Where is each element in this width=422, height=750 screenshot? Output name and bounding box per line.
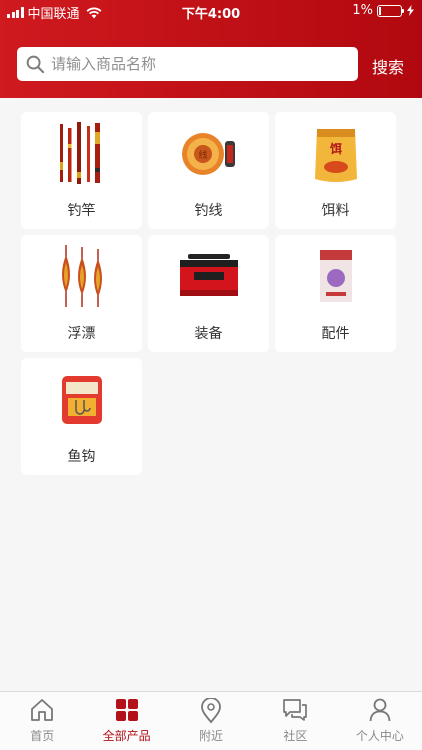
tab-home[interactable]: 首页 <box>0 692 84 750</box>
hook-pack-icon <box>61 376 102 424</box>
header: 中国联通 下午4:00 1% 搜索 <box>0 0 422 98</box>
category-label: 配件 <box>321 326 350 342</box>
accessory-pack-icon <box>319 250 352 302</box>
svg-text:饵: 饵 <box>328 141 341 156</box>
fishing-line-icon: 线 <box>181 133 235 175</box>
bottom-tab-bar: 首页 全部产品 附近 社区 个人中心 <box>0 691 422 750</box>
category-card-bait[interactable]: 饵 饵料 <box>275 112 396 229</box>
tab-label: 全部产品 <box>102 729 151 743</box>
category-card-hooks[interactable]: 鱼钩 <box>21 358 142 475</box>
chat-bubbles-icon <box>283 699 308 721</box>
tab-label: 附近 <box>199 729 224 743</box>
tab-nearby[interactable]: 附近 <box>169 692 253 750</box>
tab-label: 社区 <box>283 729 308 743</box>
category-label: 鱼钩 <box>67 449 96 465</box>
battery-icon <box>377 4 404 17</box>
charging-bolt-icon <box>407 5 414 16</box>
svg-text:线: 线 <box>198 149 207 161</box>
search-input[interactable] <box>51 55 331 73</box>
fishing-rod-icon <box>59 122 100 184</box>
search-bar[interactable] <box>17 47 358 81</box>
home-icon <box>31 699 54 721</box>
category-card-accessories[interactable]: 配件 <box>275 235 396 352</box>
category-label: 饵料 <box>321 203 350 219</box>
grid-icon <box>115 699 138 721</box>
battery-percent: 1% <box>352 3 373 18</box>
person-icon <box>369 698 391 722</box>
tab-profile[interactable]: 个人中心 <box>338 692 422 750</box>
category-label: 钓竿 <box>67 203 96 219</box>
search-button[interactable]: 搜索 <box>372 54 404 78</box>
category-label: 钓线 <box>194 203 223 219</box>
status-bar: 中国联通 下午4:00 1% <box>0 0 422 22</box>
category-grid: 钓竿 线 钓线 饵 饵料 浮漂 装备 配件 鱼钩 <box>21 112 397 475</box>
category-card-fishing-line[interactable]: 线 钓线 <box>148 112 269 229</box>
category-card-fishing-rod[interactable]: 钓竿 <box>21 112 142 229</box>
location-pin-icon <box>201 698 221 724</box>
search-icon <box>26 55 45 73</box>
category-label: 浮漂 <box>67 326 96 342</box>
float-icon <box>61 245 102 307</box>
tab-label: 首页 <box>30 729 55 743</box>
bait-bag-icon: 饵 <box>314 129 357 182</box>
tab-all-products[interactable]: 全部产品 <box>84 692 168 750</box>
tab-label: 个人中心 <box>355 729 404 743</box>
tackle-box-icon <box>179 254 238 296</box>
category-label: 装备 <box>194 326 223 342</box>
category-card-equipment[interactable]: 装备 <box>148 235 269 352</box>
tab-community[interactable]: 社区 <box>253 692 337 750</box>
category-card-float[interactable]: 浮漂 <box>21 235 142 352</box>
